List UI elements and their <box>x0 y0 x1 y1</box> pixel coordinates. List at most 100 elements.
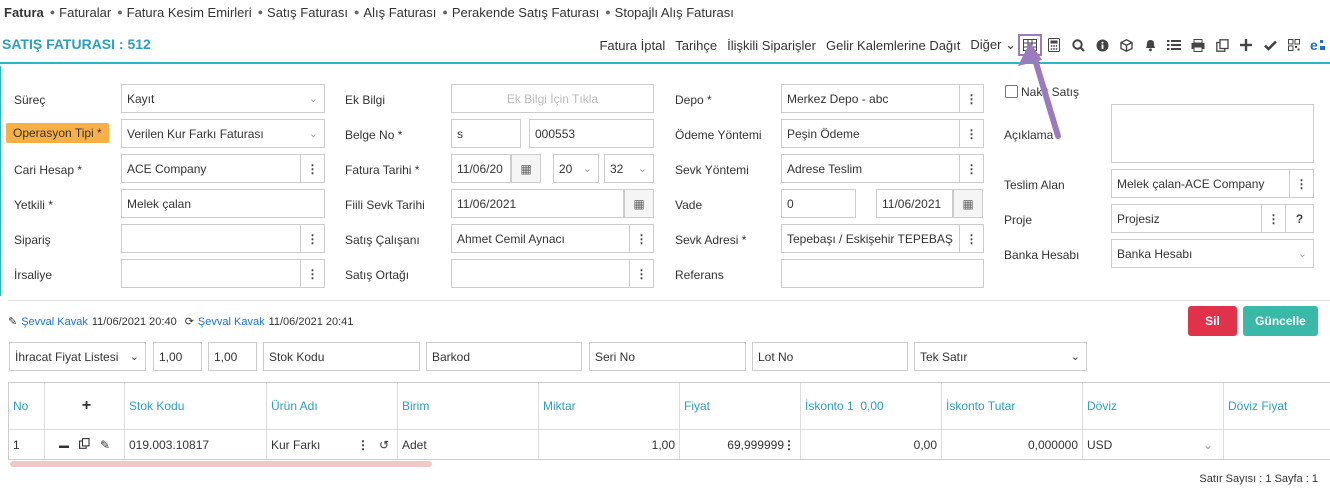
proje-menu-icon[interactable]: ⋮ <box>1262 204 1286 233</box>
horizontal-scrollbar[interactable] <box>10 461 432 467</box>
cell-stok-kodu[interactable]: 019.003.10817 <box>125 430 267 459</box>
update-button[interactable]: Güncelle <box>1243 306 1318 336</box>
satis-calisani-input[interactable]: Ahmet Cemil Aynacı <box>451 224 630 253</box>
updated-by-user[interactable]: Şevval Kavak <box>198 316 265 328</box>
irsaliye-input[interactable] <box>121 259 301 288</box>
minus-icon[interactable] <box>58 438 69 452</box>
calendar-icon[interactable]: ▦ <box>953 189 983 218</box>
fiili-sevk-input[interactable]: 11/06/2021 <box>451 189 624 218</box>
copy-icon[interactable] <box>1210 34 1234 56</box>
header-miktar[interactable]: Miktar <box>539 383 680 429</box>
proje-input[interactable]: Projesiz <box>1111 204 1262 233</box>
teslim-alan-input[interactable]: Melek çalan-ACE Company <box>1111 169 1290 198</box>
satis-ortagi-menu-icon[interactable]: ⋮ <box>630 259 654 288</box>
proje-help-icon[interactable]: ? <box>1286 204 1314 233</box>
table-icon[interactable] <box>1018 34 1042 56</box>
surec-select[interactable]: Kayıt ⌄ <box>121 84 325 113</box>
urun-menu-icon[interactable]: ⋮ <box>357 438 369 452</box>
header-birim[interactable]: Birim <box>398 383 539 429</box>
stok-kodu-input[interactable]: Stok Kodu <box>263 342 420 371</box>
breadcrumb-item-faturalar[interactable]: Faturalar <box>59 5 111 20</box>
ek-bilgi-input[interactable]: Ek Bilgi İçin Tıkla <box>451 84 654 113</box>
rate1-input[interactable]: 1,00 <box>153 342 202 371</box>
siparis-menu-icon[interactable]: ⋮ <box>301 224 325 253</box>
depo-menu-icon[interactable]: ⋮ <box>960 84 984 113</box>
siparis-input[interactable] <box>121 224 301 253</box>
fatura-tarihi-input[interactable]: 11/06/20 <box>451 154 511 183</box>
header-doviz-fiyat[interactable]: Döviz Fiyat <box>1224 383 1330 429</box>
tarihce-link[interactable]: Tarihçe <box>675 38 717 53</box>
cell-miktar[interactable]: 1,00 <box>539 430 680 459</box>
bell-icon[interactable] <box>1138 34 1162 56</box>
lot-no-input[interactable]: Lot No <box>752 342 908 371</box>
header-stok-kodu[interactable]: Stok Kodu <box>125 383 267 429</box>
check-icon[interactable] <box>1258 34 1282 56</box>
created-by-user[interactable]: Şevval Kavak <box>21 316 88 328</box>
cell-doviz-fiyat[interactable]: 8, <box>1224 430 1330 459</box>
referans-input[interactable] <box>781 259 984 288</box>
seri-no-input[interactable]: Seri No <box>589 342 746 371</box>
fatura-saat-select[interactable]: 20 ⌄ <box>553 154 599 183</box>
header-doviz[interactable]: Döviz <box>1083 383 1224 429</box>
rate2-input[interactable]: 1,00 <box>208 342 257 371</box>
plus-icon[interactable] <box>1234 34 1258 56</box>
calendar-icon[interactable]: ▦ <box>624 189 654 218</box>
header-no[interactable]: No <box>9 383 45 429</box>
breadcrumb-item-perakende[interactable]: Perakende Satış Faturası <box>452 5 599 20</box>
qr-icon[interactable] <box>1282 34 1306 56</box>
irsaliye-menu-icon[interactable]: ⋮ <box>301 259 325 288</box>
cell-doviz[interactable]: USD ⌄ <box>1083 430 1224 459</box>
info-icon[interactable] <box>1090 34 1114 56</box>
yetkili-input[interactable]: Melek çalan <box>121 189 325 218</box>
brand-logo-icon[interactable]: e <box>1306 34 1330 56</box>
breadcrumb-item-alis-faturasi[interactable]: Alış Faturası <box>363 5 436 20</box>
cari-hesap-menu-icon[interactable]: ⋮ <box>301 154 325 183</box>
fiyat-menu-icon[interactable]: ⋮ <box>783 438 795 452</box>
tek-satir-select[interactable]: Tek Satır ⌄ <box>914 342 1087 371</box>
breadcrumb-item-stopajli[interactable]: Stopajlı Alış Faturası <box>615 5 734 20</box>
fatura-dakika-select[interactable]: 32 ⌄ <box>604 154 654 183</box>
iliskili-siparisler-link[interactable]: İlişkili Siparişler <box>727 38 816 53</box>
add-row-button[interactable]: + <box>45 383 125 429</box>
nakit-satis-checkbox[interactable] <box>1005 85 1018 98</box>
cube-icon[interactable] <box>1114 34 1138 56</box>
vade-input[interactable]: 0 <box>781 189 856 218</box>
calculator-icon[interactable] <box>1042 34 1066 56</box>
depo-input[interactable]: Merkez Depo - abc <box>781 84 960 113</box>
edit-icon[interactable]: ✎ <box>100 438 110 452</box>
header-urun-adi[interactable]: Ürün Adı <box>267 383 398 429</box>
teslim-alan-menu-icon[interactable]: ⋮ <box>1290 169 1314 198</box>
satis-calisani-menu-icon[interactable]: ⋮ <box>630 224 654 253</box>
odeme-yontemi-menu-icon[interactable]: ⋮ <box>960 119 984 148</box>
sevk-adresi-menu-icon[interactable]: ⋮ <box>960 224 984 253</box>
sevk-yontemi-input[interactable]: Adrese Teslim <box>781 154 960 183</box>
history-icon[interactable]: ↺ <box>379 438 389 452</box>
vade-date-input[interactable]: 11/06/2021 <box>876 189 953 218</box>
breadcrumb-item-kesim-emirleri[interactable]: Fatura Kesim Emirleri <box>127 5 252 20</box>
cari-hesap-input[interactable]: ACE Company <box>121 154 301 183</box>
delete-button[interactable]: Sil <box>1188 306 1237 336</box>
diger-menu[interactable]: Diğer ⌄ <box>970 37 1016 53</box>
banka-hesabi-select[interactable]: Banka Hesabı ⌄ <box>1111 239 1314 268</box>
operasyon-tipi-select[interactable]: Verilen Kur Farkı Faturası ⌄ <box>121 119 325 148</box>
header-fiyat[interactable]: Fiyat <box>680 383 801 429</box>
sevk-adresi-input[interactable]: Tepebaşı / Eskişehir TEPEBAŞ <box>781 224 960 253</box>
price-list-select[interactable]: İhracat Fiyat Listesi ⌄ <box>9 342 146 371</box>
header-iskonto1[interactable]: İskonto 1 0,00 <box>801 383 942 429</box>
belge-seri-input[interactable]: s <box>451 119 521 148</box>
print-icon[interactable] <box>1186 34 1210 56</box>
cell-fiyat[interactable]: 69,999999 ⋮ <box>680 430 801 459</box>
calendar-icon[interactable]: ▦ <box>511 154 541 183</box>
breadcrumb-item-fatura[interactable]: Fatura <box>4 5 44 20</box>
cell-urun-adi[interactable]: Kur Farkı ⋮ ↺ <box>267 430 398 459</box>
barkod-input[interactable]: Barkod <box>426 342 582 371</box>
fatura-iptal-link[interactable]: Fatura İptal <box>599 38 665 53</box>
cell-iskonto1[interactable]: 0,00 <box>801 430 942 459</box>
sevk-yontemi-menu-icon[interactable]: ⋮ <box>960 154 984 183</box>
list-icon[interactable] <box>1162 34 1186 56</box>
search-icon[interactable] <box>1066 34 1090 56</box>
breadcrumb-item-satis-faturasi[interactable]: Satış Faturası <box>267 5 348 20</box>
belge-no-input[interactable]: 000553 <box>529 119 654 148</box>
copy-icon[interactable] <box>79 438 90 452</box>
header-iskonto-tutar[interactable]: İskonto Tutar <box>942 383 1083 429</box>
